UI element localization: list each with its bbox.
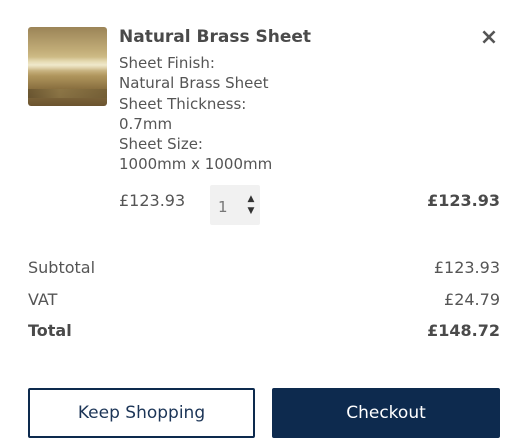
subtotal-value: £123.93 (433, 258, 500, 277)
option-size-label: Sheet Size: (119, 135, 203, 154)
total-label: Total (28, 321, 72, 340)
product-title[interactable]: Natural Brass Sheet (119, 27, 311, 47)
total-row: Total £148.72 (28, 321, 500, 343)
remove-item-close-icon[interactable]: × (478, 27, 500, 49)
line-total: £123.93 (427, 191, 500, 210)
unit-price: £123.93 (119, 191, 186, 210)
option-finish-value: Natural Brass Sheet (119, 74, 269, 93)
quantity-value[interactable]: 1 (218, 198, 228, 216)
option-finish-label: Sheet Finish: (119, 54, 215, 72)
vat-value: £24.79 (444, 290, 500, 309)
product-options: Sheet Finish: Natural Brass Sheet Sheet … (119, 53, 272, 175)
total-value: £148.72 (427, 321, 500, 340)
keep-shopping-button[interactable]: Keep Shopping (28, 388, 255, 438)
increment-arrow-icon[interactable]: ▲ (246, 195, 256, 204)
quantity-stepper[interactable]: 1 ▲ ▼ (210, 185, 260, 225)
vat-row: VAT £24.79 (28, 290, 500, 312)
product-thumbnail[interactable] (28, 27, 107, 106)
subtotal-row: Subtotal £123.93 (28, 258, 500, 280)
subtotal-label: Subtotal (28, 258, 96, 277)
vat-label: VAT (28, 290, 58, 309)
option-thickness-label: Sheet Thickness: (119, 94, 247, 113)
option-size-value: 1000mm x 1000mm (119, 155, 273, 174)
checkout-button[interactable]: Checkout (272, 388, 500, 438)
decrement-arrow-icon[interactable]: ▼ (246, 207, 256, 216)
option-thickness-value: 0.7mm (119, 114, 173, 133)
